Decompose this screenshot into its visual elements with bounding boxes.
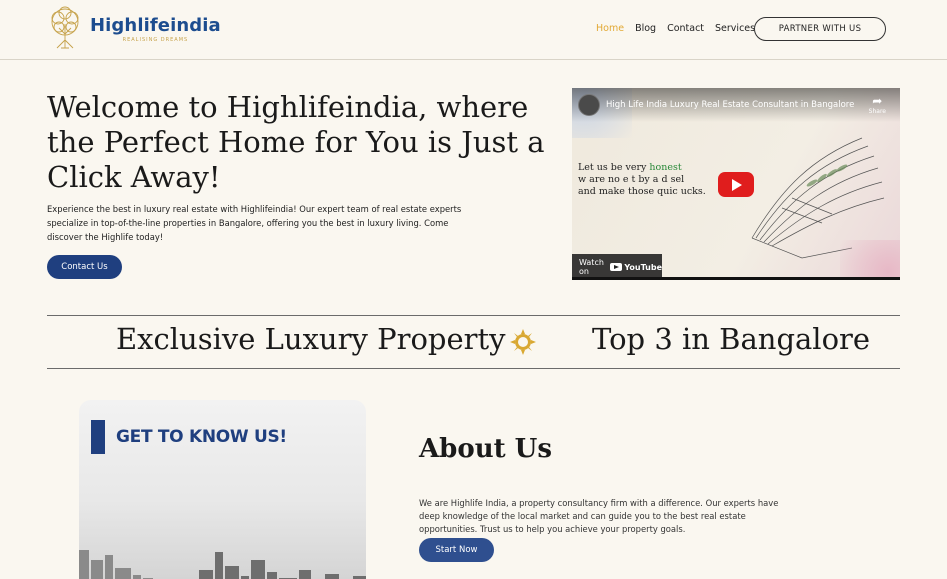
accent-bar <box>91 420 105 454</box>
brand-tagline: REALISING DREAMS <box>122 37 189 43</box>
sun-ornament-icon <box>510 329 536 355</box>
main-nav: Home Blog Contact Services <box>596 23 766 34</box>
partner-with-us-button[interactable]: PARTNER WITH US <box>754 17 886 41</box>
about-description: We are Highlife India, a property consul… <box>419 498 779 534</box>
about-image-card: GET TO KNOW US! <box>79 400 366 579</box>
hero-title: Welcome to Highlifeindia, where the Perf… <box>47 90 545 194</box>
youtube-label: YouTube <box>624 262 662 272</box>
video-bottom-bar <box>572 277 900 280</box>
caption-line2: w are no e t by a d sel <box>578 174 685 185</box>
strip-bottom-divider <box>47 368 900 369</box>
get-to-know-us-heading: GET TO KNOW US! <box>116 427 287 447</box>
caption-highlight: honest <box>649 162 682 173</box>
brand-logo[interactable]: Highlifeindia REALISING DREAMS <box>46 4 221 54</box>
about-us-heading: About Us <box>419 434 552 464</box>
contact-us-button[interactable]: Contact Us <box>47 255 122 279</box>
site-header: Highlifeindia REALISING DREAMS Home Blog… <box>0 0 947 60</box>
hero-description: Experience the best in luxury real estat… <box>47 204 462 242</box>
nav-contact[interactable]: Contact <box>667 23 704 34</box>
nav-home[interactable]: Home <box>596 23 624 34</box>
channel-avatar[interactable] <box>578 94 600 116</box>
youtube-logo-icon: YouTube <box>610 263 662 272</box>
video-caption: Let us be very honest w are no e t by a … <box>578 162 706 198</box>
brand-name: Highlifeindia <box>90 15 221 36</box>
start-now-button[interactable]: Start Now <box>419 538 494 562</box>
caption-line3: and make those quic ucks. <box>578 186 706 197</box>
city-skyline-illustration <box>79 550 366 579</box>
pink-watercolor <box>840 240 900 280</box>
watch-on-label: Watch on <box>579 258 604 276</box>
strip-right-text: Top 3 in Bangalore <box>592 322 871 356</box>
youtube-video-embed[interactable]: High Life India Luxury Real Estate Consu… <box>572 88 900 280</box>
tree-logo-icon <box>51 6 79 49</box>
play-button-icon[interactable] <box>718 172 754 197</box>
share-label: Share <box>868 108 886 115</box>
nav-blog[interactable]: Blog <box>635 23 656 34</box>
strip-left-text: Exclusive Luxury Property <box>116 322 506 356</box>
strip-top-divider <box>47 315 900 316</box>
caption-line1: Let us be very <box>578 162 650 173</box>
share-icon[interactable]: ➦ Share <box>869 94 886 115</box>
nav-services[interactable]: Services <box>715 23 755 34</box>
video-title[interactable]: High Life India Luxury Real Estate Consu… <box>606 100 854 110</box>
